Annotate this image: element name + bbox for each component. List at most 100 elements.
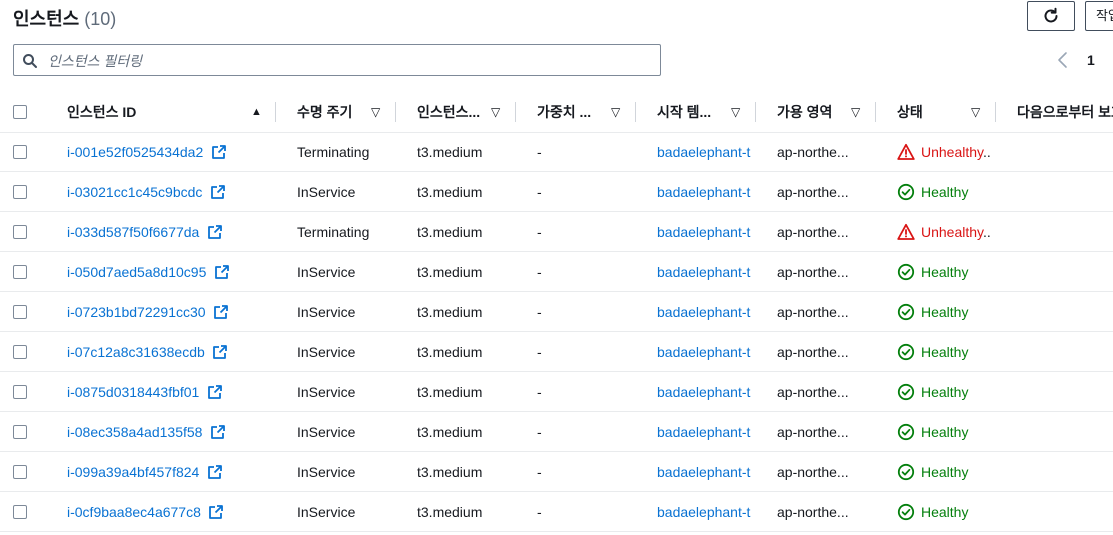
instance-id-link[interactable]: i-07c12a8c31638ecdb	[67, 332, 205, 372]
instance-type-cell: t3.medium	[417, 264, 483, 280]
instance-type-cell: t3.medium	[417, 224, 483, 240]
health-status: Healthy	[921, 252, 1013, 292]
table-row[interactable]: i-033d587f50f6677da Terminating t3.medium -…	[0, 212, 1113, 252]
sort-icon[interactable]: ▽	[491, 92, 500, 132]
status-positive-icon	[897, 463, 915, 481]
launch-template-link[interactable]: badaelephant-t	[657, 372, 757, 412]
launch-template-link[interactable]: badaelephant-t	[657, 292, 757, 332]
launch-template-link[interactable]: badaelephant-t	[657, 492, 757, 532]
instance-id-link[interactable]: i-0875d0318443fbf01	[67, 372, 200, 412]
status-positive-icon	[897, 263, 915, 281]
health-status: Healthy	[921, 372, 1013, 412]
health-status: Healthy	[921, 452, 1013, 492]
actions-button[interactable]: 작업	[1085, 1, 1113, 31]
external-link-icon[interactable]	[207, 464, 223, 480]
external-link-icon[interactable]	[212, 344, 228, 360]
column-label: 가중치 ...	[537, 104, 592, 120]
column-divider[interactable]	[395, 102, 396, 122]
row-checkbox[interactable]	[13, 385, 27, 399]
external-link-icon[interactable]	[208, 504, 224, 520]
table-row[interactable]: i-099a39a4bf457f824 InService t3.medium - ba…	[0, 452, 1113, 492]
column-header-instance-id[interactable]: 인스턴스 ID ▲	[67, 92, 277, 132]
table-row[interactable]: i-03021cc1c45c9bcdc InService t3.medium - ba…	[0, 172, 1113, 212]
table-row[interactable]: i-07c12a8c31638ecdb InService t3.medium - ba…	[0, 332, 1113, 372]
instance-type-cell: t3.medium	[417, 344, 483, 360]
table-row[interactable]: i-050d7aed5a8d10c95 InService t3.medium - ba…	[0, 252, 1113, 292]
instance-id-link[interactable]: i-099a39a4bf457f824	[67, 452, 200, 492]
external-link-icon[interactable]	[214, 264, 230, 280]
actions-button-label: 작업	[1096, 8, 1113, 23]
column-divider[interactable]	[635, 102, 636, 122]
external-link-icon[interactable]	[207, 384, 223, 400]
instance-id-link[interactable]: i-03021cc1c45c9bcdc	[67, 172, 203, 212]
column-header-weight[interactable]: 가중치 ... ▽	[537, 92, 637, 132]
select-all-checkbox[interactable]	[13, 105, 27, 119]
launch-template-link[interactable]: badaelephant-t	[657, 172, 757, 212]
column-divider[interactable]	[275, 102, 276, 122]
instance-id-link[interactable]: i-08ec358a4ad135f58	[67, 412, 203, 452]
filter-search-box[interactable]	[13, 44, 661, 76]
external-link-icon[interactable]	[210, 424, 226, 440]
column-header-instance-type[interactable]: 인스턴스... ▽	[417, 92, 517, 132]
chevron-left-icon[interactable]	[1055, 50, 1071, 70]
instance-type-cell: t3.medium	[417, 144, 483, 160]
table-row[interactable]: i-0723b1bd72291cc30 InService t3.medium - ba…	[0, 292, 1113, 332]
row-checkbox[interactable]	[13, 305, 27, 319]
row-checkbox[interactable]	[13, 185, 27, 199]
column-header-protection[interactable]: 다음으로부터 보호	[1017, 92, 1113, 132]
table-row[interactable]: i-001e52f0525434da2 Terminating t3.medium -…	[0, 132, 1113, 172]
sort-icon[interactable]: ▽	[611, 92, 620, 132]
sort-icon[interactable]: ▽	[371, 92, 380, 132]
row-checkbox[interactable]	[13, 345, 27, 359]
availability-zone-cell: ap-northe...	[777, 384, 849, 400]
sort-icon[interactable]: ▽	[971, 92, 980, 132]
instance-id-link[interactable]: i-033d587f50f6677da	[67, 212, 200, 252]
row-checkbox[interactable]	[13, 465, 27, 479]
sort-icon[interactable]: ▽	[731, 92, 740, 132]
column-header-health[interactable]: 상태 ▽	[897, 92, 997, 132]
column-divider[interactable]	[995, 102, 996, 122]
availability-zone-cell: ap-northe...	[777, 464, 849, 480]
launch-template-link[interactable]: badaelephant-t	[657, 132, 757, 172]
launch-template-link[interactable]: badaelephant-t	[657, 452, 757, 492]
row-checkbox[interactable]	[13, 225, 27, 239]
column-label: 인스턴스 ID	[67, 104, 137, 120]
row-checkbox[interactable]	[13, 425, 27, 439]
row-checkbox[interactable]	[13, 265, 27, 279]
instance-id-link[interactable]: i-0723b1bd72291cc30	[67, 292, 206, 332]
table-row[interactable]: i-0cf9baa8ec4a677c8 InService t3.medium - ba…	[0, 492, 1113, 532]
launch-template-link[interactable]: badaelephant-t	[657, 212, 757, 252]
row-checkbox[interactable]	[13, 505, 27, 519]
instance-id-link[interactable]: i-050d7aed5a8d10c95	[67, 252, 207, 292]
column-header-availability-zone[interactable]: 가용 영역 ▽	[777, 92, 877, 132]
current-page-number[interactable]: 1	[1087, 52, 1095, 68]
table-row[interactable]: i-08ec358a4ad135f58 InService t3.medium - ba…	[0, 412, 1113, 452]
refresh-button[interactable]	[1027, 1, 1075, 31]
column-divider[interactable]	[755, 102, 756, 122]
launch-template-link[interactable]: badaelephant-t	[657, 332, 757, 372]
external-link-icon[interactable]	[211, 144, 227, 160]
column-header-launch-template[interactable]: 시작 템... ▽	[657, 92, 757, 132]
external-link-icon[interactable]	[210, 184, 226, 200]
health-status-text: Healthy	[921, 264, 969, 280]
external-link-icon[interactable]	[213, 304, 229, 320]
table-row[interactable]: i-0875d0318443fbf01 InService t3.medium - ba…	[0, 372, 1113, 412]
health-status: Healthy	[921, 492, 1013, 532]
instance-id-link[interactable]: i-0cf9baa8ec4a677c8	[67, 492, 201, 532]
page-title-text: 인스턴스	[13, 9, 80, 29]
health-status-truncation: ..	[983, 224, 991, 240]
sort-icon[interactable]: ▽	[851, 92, 860, 132]
external-link-icon[interactable]	[207, 224, 223, 240]
row-checkbox[interactable]	[13, 145, 27, 159]
column-divider[interactable]	[515, 102, 516, 122]
column-label: 인스턴스...	[417, 104, 481, 120]
lifecycle-cell: Terminating	[297, 144, 370, 160]
sort-ascending-icon[interactable]: ▲	[251, 92, 262, 132]
weight-cell: -	[537, 344, 542, 360]
instance-id-link[interactable]: i-001e52f0525434da2	[67, 132, 204, 172]
launch-template-link[interactable]: badaelephant-t	[657, 412, 757, 452]
launch-template-link[interactable]: badaelephant-t	[657, 252, 757, 292]
filter-input[interactable]	[46, 48, 650, 74]
column-divider[interactable]	[875, 102, 876, 122]
column-header-lifecycle[interactable]: 수명 주기 ▽	[297, 92, 397, 132]
